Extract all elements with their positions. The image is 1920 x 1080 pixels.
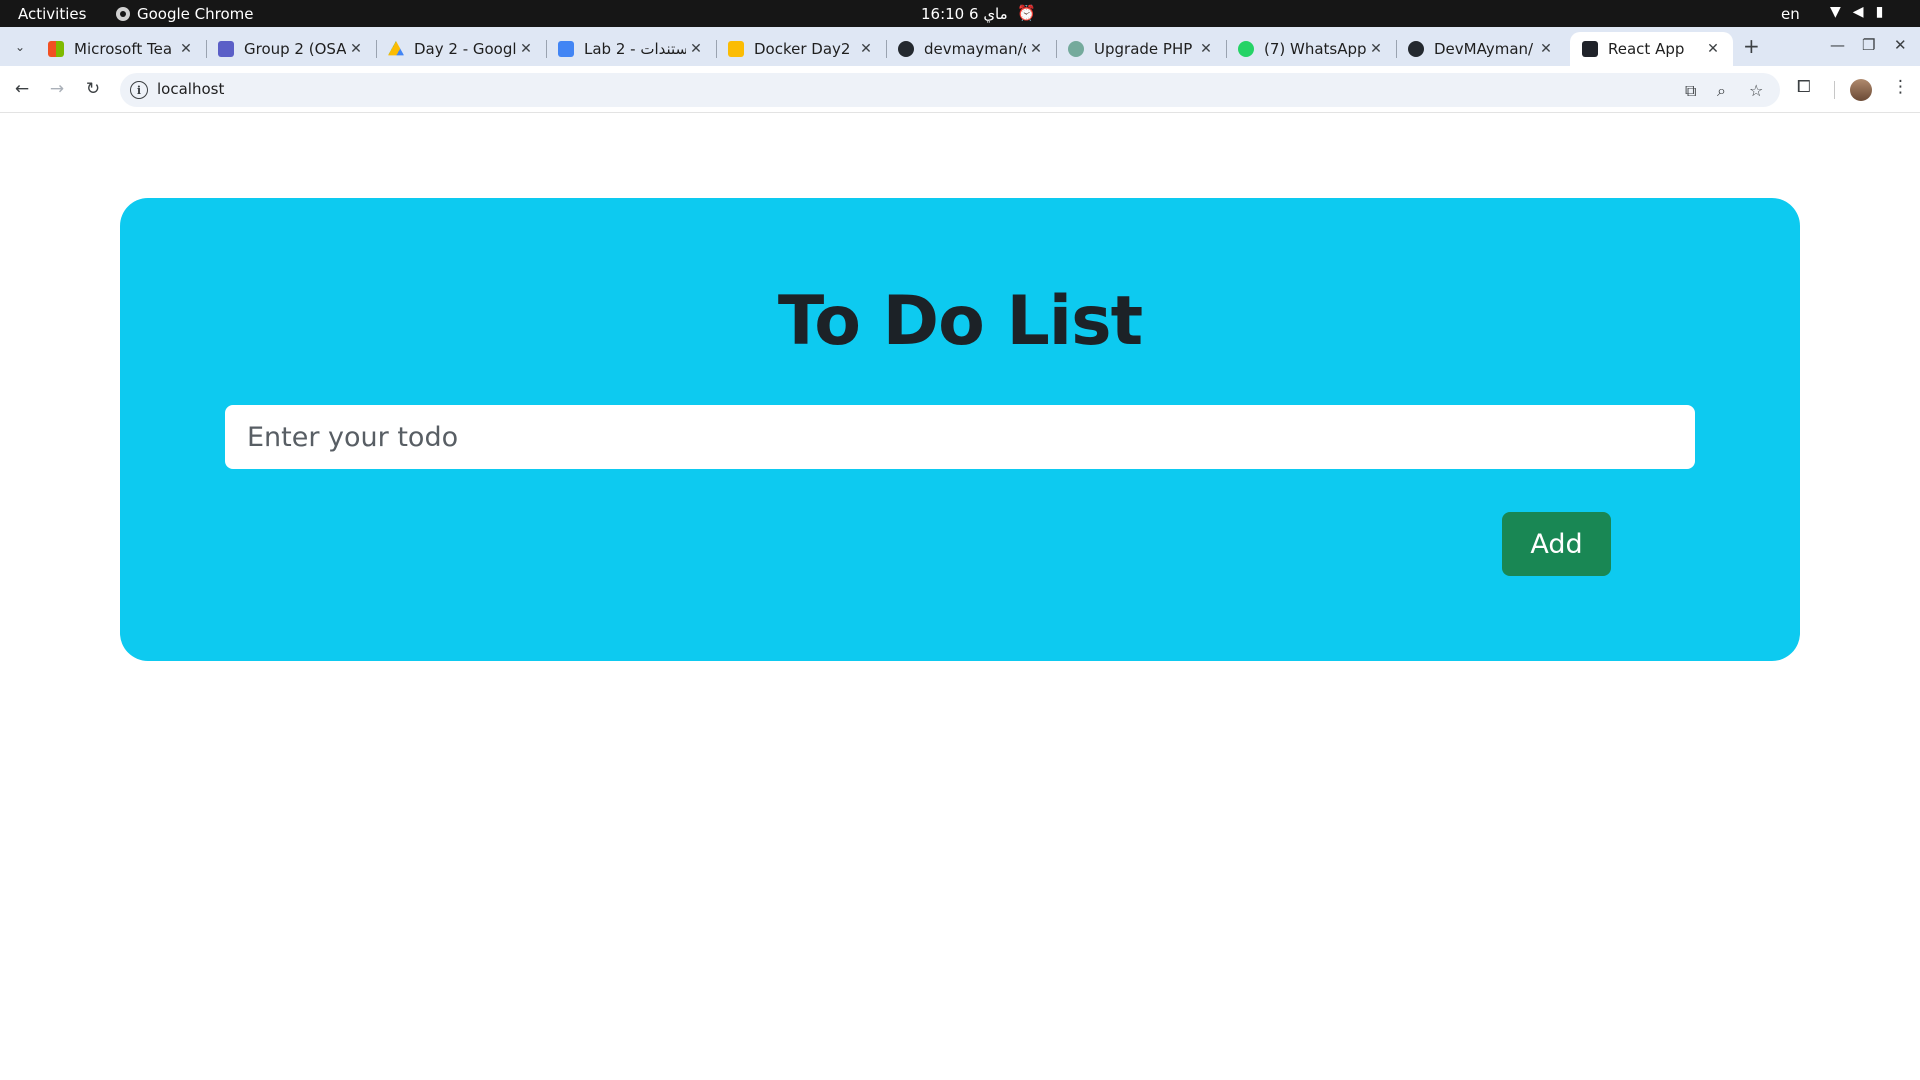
microsoft-icon [48,41,64,57]
close-window-icon[interactable]: ✕ [1894,36,1907,54]
app-name: Google Chrome [137,5,254,23]
tab-title: Group 2 (OSAD [244,40,346,58]
url-input[interactable] [157,80,1657,98]
close-tab-icon[interactable]: ✕ [176,41,196,57]
google-drive-icon [388,41,404,56]
minimize-icon[interactable]: — [1830,36,1845,54]
system-top-bar: Activities Google Chrome 16:10 ماي 6 ⏰ e… [0,0,1920,27]
system-status-menu[interactable]: ▼ ◀ ▮ [1830,4,1883,20]
browser-toolbar: ← → ↻ i ⧉ ⌕ ☆ ⧠ ⋮ [0,66,1920,113]
tab-title: (7) WhatsApp [1264,40,1366,58]
tab-title: Upgrade PHP V [1094,40,1196,58]
volume-icon: ◀ [1852,4,1864,20]
tab-title: Microsoft Tea [74,40,173,58]
zoom-icon[interactable]: ⌕ [1717,81,1726,101]
back-arrow-icon[interactable]: ← [10,77,34,101]
battery-icon: ▮ [1875,4,1884,20]
tab-search-chevron-icon[interactable]: ⌄ [8,35,32,59]
address-bar[interactable]: i ⧉ ⌕ ☆ [120,73,1780,107]
extensions-icon[interactable]: ⧠ [1797,77,1811,97]
tab-docker-day2-slides[interactable]: Docker Day2 - ✕ [716,32,887,66]
tab-react-app[interactable]: React App ✕ [1570,32,1733,66]
google-slides-icon [728,41,744,57]
install-app-icon[interactable]: ⧉ [1685,81,1696,101]
tab-title: Docker Day2 - [754,40,856,58]
site-info-icon[interactable]: i [130,81,148,99]
close-tab-icon[interactable]: ✕ [1703,41,1723,57]
clock[interactable]: 16:10 ماي 6 [921,5,1008,23]
tab-day-2-google-drive[interactable]: Day 2 - Google ✕ [376,32,547,66]
page-title: To Do List [777,282,1143,361]
profile-avatar[interactable] [1850,79,1872,101]
chatgpt-icon [1068,41,1084,57]
todo-input[interactable] [225,405,1695,469]
tab-whatsapp[interactable]: (7) WhatsApp ✕ [1226,32,1397,66]
close-tab-icon[interactable]: ✕ [1196,41,1216,57]
tab-title: devmayman/d [924,40,1026,58]
tab-devmayman-github[interactable]: DevMAyman/ ✕ [1396,32,1566,66]
close-tab-icon[interactable]: ✕ [1366,41,1386,57]
language-indicator[interactable]: en [1781,5,1800,23]
chrome-menu-icon[interactable]: ⋮ [1892,77,1909,97]
close-tab-icon[interactable]: ✕ [516,41,536,57]
todo-card: To Do List Add [120,198,1800,661]
forward-arrow-icon[interactable]: → [45,77,69,101]
github-icon [1408,41,1424,57]
tab-devmayman-docker[interactable]: devmayman/d ✕ [886,32,1057,66]
whatsapp-icon [1238,41,1254,57]
reload-icon[interactable]: ↻ [81,77,105,101]
react-icon [1582,41,1598,57]
tab-lab-2-docs[interactable]: Lab 2 - مستندات ✕ [546,32,717,66]
activities-button[interactable]: Activities [18,5,86,23]
close-tab-icon[interactable]: ✕ [1536,41,1556,57]
tab-group-2[interactable]: Group 2 (OSAD ✕ [206,32,377,66]
app-menu[interactable]: Google Chrome [116,5,254,23]
tab-upgrade-php[interactable]: Upgrade PHP V ✕ [1056,32,1227,66]
google-docs-icon [558,41,574,57]
bookmark-star-icon[interactable]: ☆ [1749,81,1763,100]
add-todo-button[interactable]: Add [1502,512,1611,576]
close-tab-icon[interactable]: ✕ [1026,41,1046,57]
tab-title: DevMAyman/ [1434,40,1534,58]
teams-icon [218,41,234,57]
tab-title: React App [1608,40,1685,58]
tab-title: Day 2 - Google [414,40,516,58]
wifi-icon: ▼ [1830,4,1841,20]
new-tab-plus-icon[interactable]: + [1743,34,1760,58]
docker-hub-icon [898,41,914,57]
restore-icon[interactable]: ❐ [1862,36,1875,54]
tab-microsoft-teams[interactable]: Microsoft Tea ✕ [36,32,207,66]
toolbar-divider [1834,81,1835,99]
close-tab-icon[interactable]: ✕ [856,41,876,57]
chrome-icon [116,7,130,21]
alarm-icon: ⏰ [1017,4,1036,22]
close-tab-icon[interactable]: ✕ [686,41,706,57]
tab-title: Lab 2 - مستندات [584,40,686,58]
close-tab-icon[interactable]: ✕ [346,41,366,57]
tab-strip: ⌄ Microsoft Tea ✕ Group 2 (OSAD ✕ Day 2 … [0,27,1920,66]
